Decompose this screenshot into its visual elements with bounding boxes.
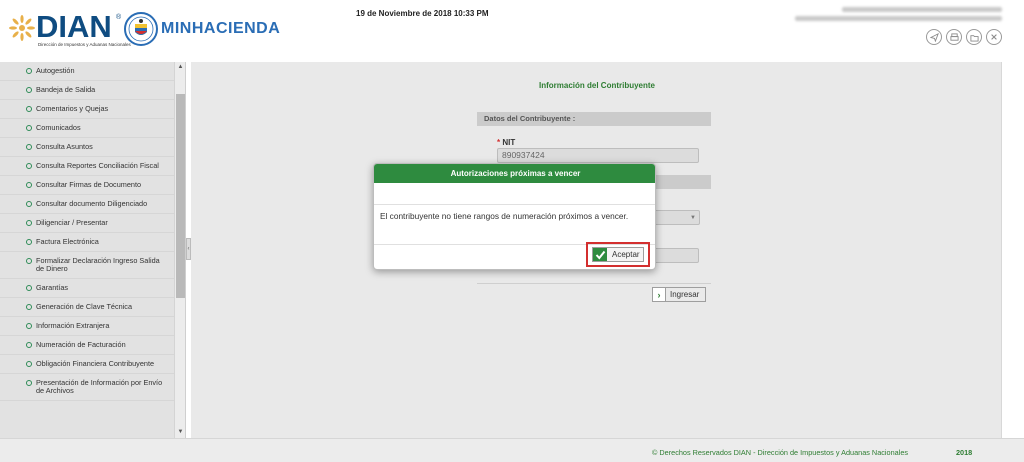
minhacienda-logo: MINHACIENDA (124, 12, 280, 48)
redacted-user-line-2 (795, 16, 1002, 21)
header: DIAN ® Dirección de Impuestos y Aduanas … (0, 0, 1024, 62)
bullet-icon (26, 380, 32, 386)
sidebar-item-diligenciar-presentar[interactable]: Diligenciar / Presentar (0, 214, 174, 233)
scroll-up-arrow-icon[interactable]: ▲ (175, 62, 185, 73)
modal-divider-top (374, 204, 655, 205)
sidebar-item-label: Presentación de Información por Envío de… (36, 378, 163, 395)
ingresar-button-label: Ingresar (670, 290, 700, 299)
dian-logo-subtitle: Dirección de Impuestos y Aduanas Naciona… (38, 42, 131, 47)
arrow-right-icon: › (653, 288, 666, 301)
bullet-icon (26, 239, 32, 245)
print-icon[interactable] (946, 29, 962, 45)
sidebar-item-label: Comunicados (36, 123, 81, 132)
sidebar-item-comentarios-y-quejas[interactable]: Comentarios y Quejas (0, 100, 174, 119)
bullet-icon (26, 258, 32, 264)
bullet-icon (26, 144, 32, 150)
nit-label-text: NIT (502, 138, 516, 147)
page-title: Información del Contribuyente (539, 81, 656, 90)
sidebar-item-label: Bandeja de Salida (36, 85, 96, 94)
sidebar-item-garantias[interactable]: Garantías (0, 279, 174, 298)
sidebar-item-numeracion-de-facturacion[interactable]: Numeración de Facturación (0, 336, 174, 355)
accept-button[interactable]: Aceptar (592, 247, 644, 262)
sidebar-scrollbar-thumb[interactable] (176, 94, 185, 298)
sidebar-item-label: Numeración de Facturación (36, 340, 126, 349)
sidebar-item-label: Generación de Clave Técnica (36, 302, 132, 311)
sidebar-item-label: Formalizar Declaración Ingreso Salida de… (36, 256, 160, 273)
ingresar-button[interactable]: › Ingresar (652, 287, 706, 302)
modal-title: Autorizaciones próximas a vencer (374, 164, 655, 183)
dian-emblem-icon (9, 15, 35, 41)
bullet-icon (26, 323, 32, 329)
sidebar: Autogestión Bandeja de Salida Comentario… (0, 62, 186, 438)
sidebar-item-comunicados[interactable]: Comunicados (0, 119, 174, 138)
sidebar-item-label: Garantías (36, 283, 69, 292)
sidebar-item-label: Consultar Firmas de Documento (36, 180, 142, 189)
bullet-icon (26, 201, 32, 207)
footer: © Derechos Reservados DIAN - Dirección d… (0, 438, 1024, 462)
bullet-icon (26, 163, 32, 169)
dian-registered-mark: ® (116, 14, 122, 21)
bullet-icon (26, 342, 32, 348)
dian-logo-word: DIAN (36, 9, 112, 44)
app-window: DIAN ® Dirección de Impuestos y Aduanas … (0, 0, 1024, 462)
sidebar-item-bandeja-de-salida[interactable]: Bandeja de Salida (0, 81, 174, 100)
sidebar-item-consultar-documento-diligenciado[interactable]: Consultar documento Diligenciado (0, 195, 174, 214)
chevron-down-icon[interactable]: ▼ (686, 210, 700, 226)
bullet-icon (26, 182, 32, 188)
nit-field[interactable]: 890937424 (497, 148, 699, 163)
modal-dialog: Autorizaciones próximas a vencer El cont… (373, 163, 656, 270)
modal-message: El contribuyente no tiene rangos de nume… (380, 211, 629, 221)
sidebar-item-obligacion-financiera[interactable]: Obligación Financiera Contribuyente (0, 355, 174, 374)
sidebar-item-label: Comentarios y Quejas (36, 104, 109, 113)
minhacienda-logo-word: MINHACIENDA (161, 20, 281, 37)
sidebar-scrollbar[interactable]: ▲ ▼ (174, 62, 185, 438)
sidebar-item-label: Obligación Financiera Contribuyente (36, 359, 155, 368)
bullet-icon (26, 220, 32, 226)
form-divider (477, 283, 711, 284)
sidebar-menu: Autogestión Bandeja de Salida Comentario… (0, 62, 174, 401)
sidebar-item-factura-electronica[interactable]: Factura Electrónica (0, 233, 174, 252)
sidebar-item-consulta-asuntos[interactable]: Consulta Asuntos (0, 138, 174, 157)
sidebar-item-label: Información Extranjera (36, 321, 110, 330)
main-right-border (1001, 62, 1002, 438)
sidebar-item-formalizar-declaracion[interactable]: Formalizar Declaración Ingreso Salida de… (0, 252, 174, 279)
sidebar-item-informacion-extranjera[interactable]: Información Extranjera (0, 317, 174, 336)
bullet-icon (26, 125, 32, 131)
dian-logo: DIAN ® Dirección de Impuestos y Aduanas … (6, 9, 131, 50)
bullet-icon (26, 304, 32, 310)
bullet-icon (26, 361, 32, 367)
sidebar-item-presentacion-de-informacion[interactable]: Presentación de Información por Envío de… (0, 374, 174, 401)
sidebar-item-label: Autogestión (36, 66, 75, 75)
section-header-datos-contribuyente: Datos del Contribuyente : (477, 112, 711, 126)
bullet-icon (26, 87, 32, 93)
accept-button-label: Aceptar (612, 250, 640, 259)
header-toolbar (926, 29, 1002, 45)
colombia-seal-icon (124, 12, 158, 46)
send-icon[interactable] (926, 29, 942, 45)
header-datetime: 19 de Noviembre de 2018 10:33 PM (356, 9, 489, 18)
sidebar-item-consultar-firmas-de-documento[interactable]: Consultar Firmas de Documento (0, 176, 174, 195)
sidebar-item-label: Factura Electrónica (36, 237, 99, 246)
sidebar-item-label: Consulta Reportes Conciliación Fiscal (36, 161, 159, 170)
redacted-user-line-1 (842, 7, 1002, 12)
close-icon[interactable] (986, 29, 1002, 45)
scroll-down-arrow-icon[interactable]: ▼ (175, 427, 185, 438)
bullet-icon (26, 68, 32, 74)
sidebar-item-label: Diligenciar / Presentar (36, 218, 108, 227)
sidebar-item-consulta-reportes-conciliacion-fiscal[interactable]: Consulta Reportes Conciliación Fiscal (0, 157, 174, 176)
sidebar-item-generacion-de-clave-tecnica[interactable]: Generación de Clave Técnica (0, 298, 174, 317)
nit-label: * NIT (497, 138, 515, 147)
bullet-icon (26, 106, 32, 112)
required-marker: * (497, 138, 501, 147)
check-icon (593, 248, 607, 261)
bullet-icon (26, 285, 32, 291)
footer-copyright: © Derechos Reservados DIAN - Dirección d… (652, 448, 909, 457)
sidebar-item-label: Consultar documento Diligenciado (36, 199, 148, 208)
folder-icon[interactable] (966, 29, 982, 45)
footer-year: 2018 (956, 448, 973, 457)
sidebar-item-label: Consulta Asuntos (36, 142, 93, 151)
sidebar-item-autogestion[interactable]: Autogestión (0, 62, 174, 81)
